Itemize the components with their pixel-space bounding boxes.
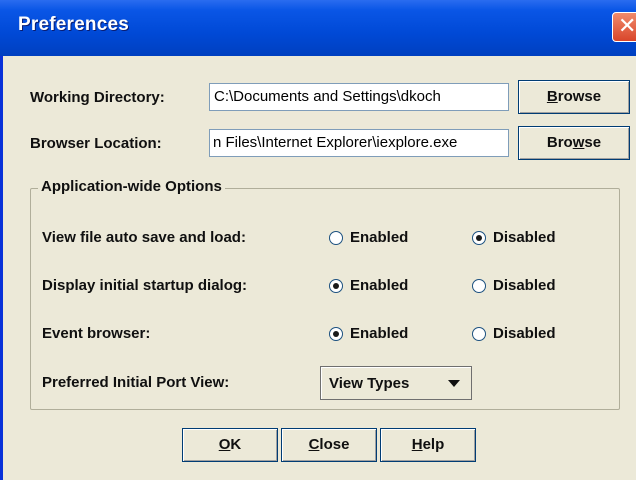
radio-label: Enabled [350,277,409,294]
button-label-mnemonic: O [218,436,231,453]
autosave-enabled-radio[interactable]: Enabled [329,229,439,249]
close-window-button[interactable]: ✕ [612,12,636,42]
browser-location-input[interactable]: n Files\Internet Explorer\iexplore.exe [209,129,509,157]
radio-label: Enabled [350,229,409,246]
button-label-suffix: lose [319,436,350,453]
event-browser-disabled-radio[interactable]: Disabled [472,325,582,345]
help-button[interactable]: Help [380,428,476,462]
title-bar: Preferences ✕ [0,0,636,56]
autosave-disabled-radio[interactable]: Disabled [472,229,582,249]
port-view-label: Preferred Initial Port View: [42,374,230,391]
button-label-suffix: elp [422,436,445,453]
radio-label: Disabled [493,325,556,342]
radio-button-icon [329,279,343,293]
event-browser-enabled-radio[interactable]: Enabled [329,325,439,345]
button-label-mnemonic: H [411,436,423,453]
radio-label: Enabled [350,325,409,342]
button-label-suffix: K [230,436,242,453]
browse-browser-location-button[interactable]: Browse [518,126,630,160]
radio-label: Disabled [493,277,556,294]
close-icon: ✕ [618,13,636,38]
button-label-mnemonic: C [308,436,320,453]
option-label-autosave: View file auto save and load: [42,229,246,246]
browse-working-directory-button[interactable]: Browse [518,80,630,114]
dropdown-selected-value: View Types [329,375,410,392]
radio-button-icon [472,279,486,293]
button-label-mnemonic: B [546,88,558,105]
chevron-down-icon [448,380,460,387]
button-label-suffix: rowse [557,88,602,105]
group-title: Application-wide Options [38,178,225,195]
button-label-suffix: se [584,134,602,151]
startup-dialog-disabled-radio[interactable]: Disabled [472,277,582,297]
ok-button[interactable]: OK [182,428,278,462]
button-label-prefix: Bro [546,134,573,151]
radio-button-icon [472,327,486,341]
port-view-dropdown[interactable]: View Types [320,366,472,400]
browser-location-label: Browser Location: [30,135,162,152]
radio-button-icon [329,327,343,341]
button-label-mnemonic: w [572,134,585,151]
close-button[interactable]: Close [281,428,377,462]
radio-label: Disabled [493,229,556,246]
radio-button-icon [329,231,343,245]
startup-dialog-enabled-radio[interactable]: Enabled [329,277,439,297]
window-title: Preferences [18,14,129,35]
option-label-event-browser: Event browser: [42,325,151,342]
working-directory-input[interactable]: C:\Documents and Settings\dkoch [209,83,509,111]
working-directory-label: Working Directory: [30,89,165,106]
option-label-startup-dialog: Display initial startup dialog: [42,277,248,294]
radio-button-icon [472,231,486,245]
